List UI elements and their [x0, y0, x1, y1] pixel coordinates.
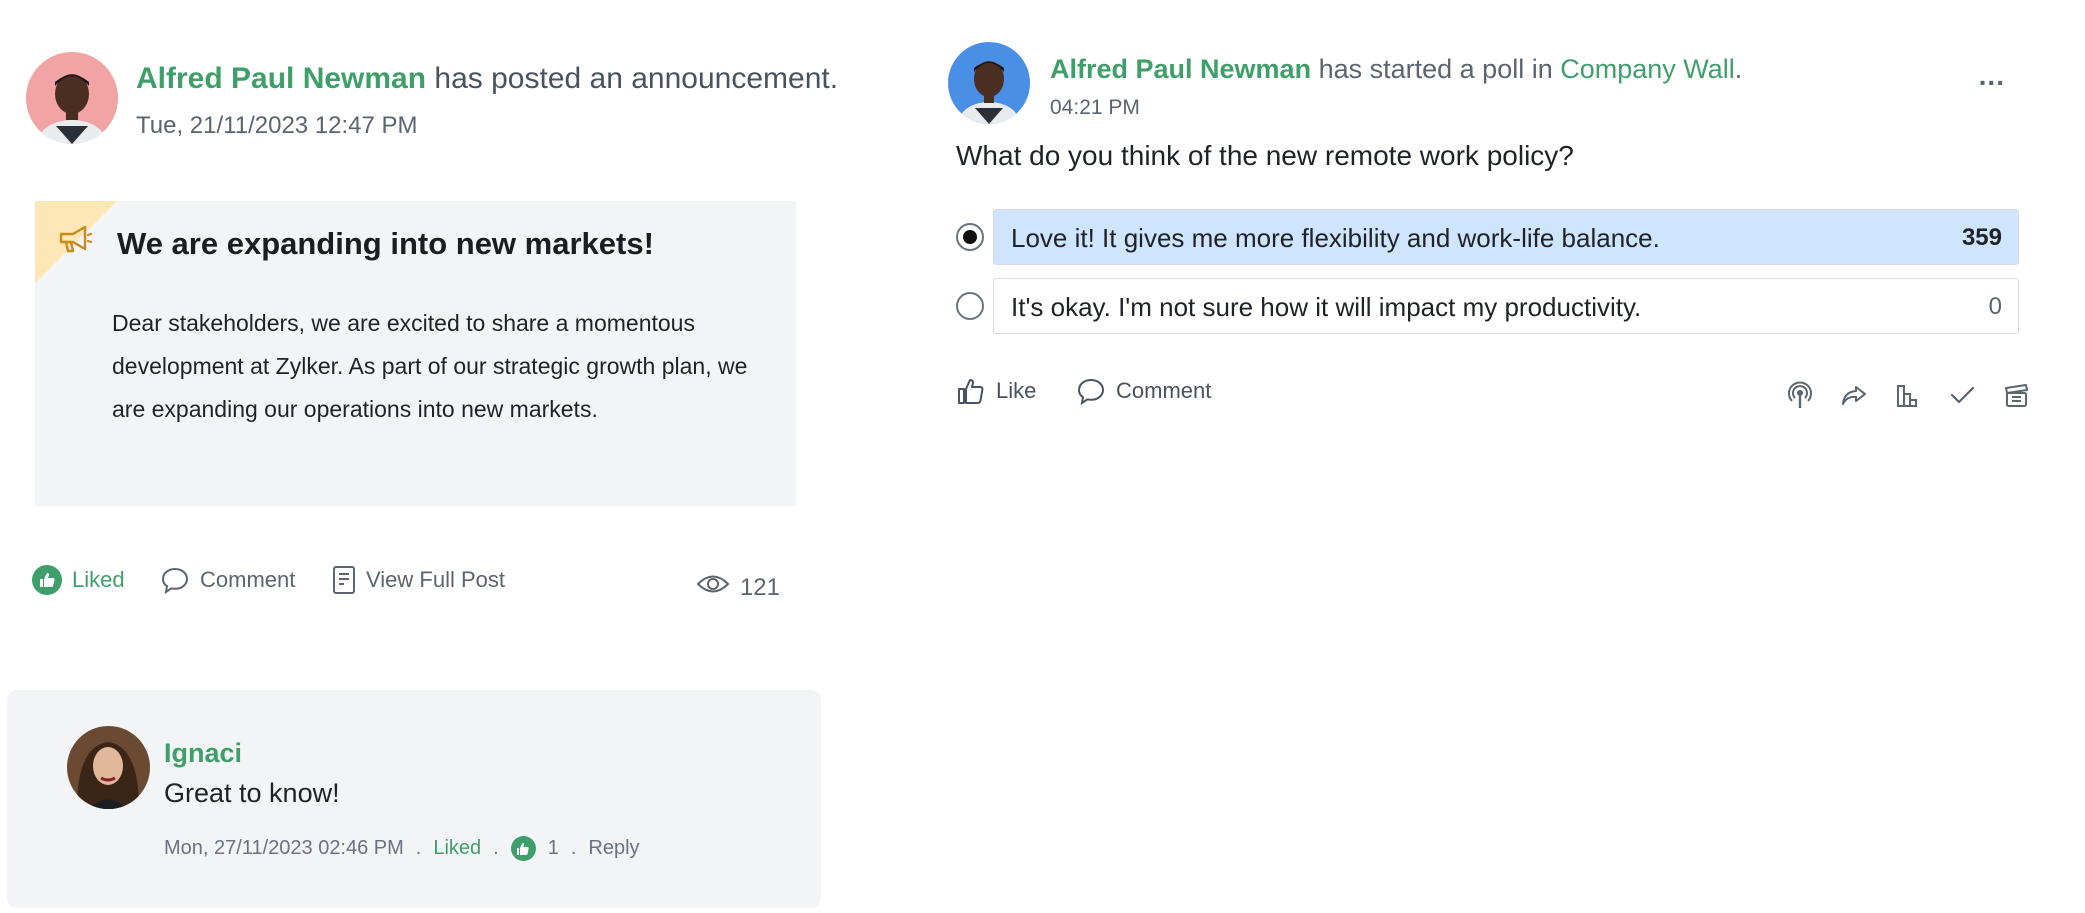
reply-button[interactable]: Reply [588, 837, 639, 860]
document-icon [332, 565, 356, 595]
poll-option-1-votes: 359 [1961, 224, 2002, 251]
author-name[interactable]: Alfred Paul Newman [136, 62, 426, 95]
more-options-button[interactable]: ... [1979, 60, 2005, 92]
like-count-thumb-icon [510, 836, 536, 861]
poll-option-2-label: It's okay. I'm not sure how it will impa… [1011, 292, 1642, 322]
broadcast-icon[interactable] [1785, 380, 1815, 410]
poll-option-2-radio[interactable] [956, 292, 984, 320]
poll-question: What do you think of the new remote work… [956, 140, 1574, 171]
post-actions: Liked Comment View Full Post 121 [32, 565, 792, 601]
like-button[interactable]: Like [956, 376, 1036, 406]
eye-icon [696, 573, 730, 602]
commenter-name[interactable]: Ignaci [164, 738, 242, 769]
view-full-post-button[interactable]: View Full Post [332, 565, 505, 595]
view-count: 121 [696, 573, 780, 602]
meta-separator: . [415, 837, 422, 859]
poll-header-period: . [1734, 54, 1743, 84]
announcement-title: We are expanding into new markets! [117, 226, 654, 261]
poll-results-icon[interactable] [1893, 380, 1923, 410]
comment-label: Comment [200, 567, 296, 592]
poll-actions: Like Comment [956, 376, 2031, 416]
post-action-text: has posted an announcement. [434, 62, 839, 95]
liked-button[interactable]: Liked [32, 565, 125, 595]
comment-meta: Mon, 27/11/2023 02:46 PM . Liked . 1 . R… [164, 836, 640, 861]
announcement-post: Alfred Paul Newman has posted an announc… [0, 0, 840, 913]
poll-option-2[interactable]: It's okay. I'm not sure how it will impa… [993, 278, 2019, 334]
poll-header: Alfred Paul Newman has started a poll in… [1050, 54, 1742, 85]
poll-comment-icon [1076, 376, 1106, 406]
like-label: Like [996, 378, 1037, 403]
comment-thread: Ignaci Great to know! Mon, 27/11/2023 02… [7, 690, 821, 908]
comment-icon [160, 565, 190, 595]
poll-author-name[interactable]: Alfred Paul Newman [1050, 54, 1311, 84]
comment-button[interactable]: Comment [160, 565, 295, 595]
liked-label: Liked [72, 567, 125, 592]
view-full-post-label: View Full Post [366, 567, 505, 592]
post-timestamp: Tue, 21/11/2023 12:47 PM [136, 112, 418, 139]
meta-separator: . [493, 837, 499, 859]
poll-comment-button[interactable]: Comment [1076, 376, 1211, 406]
comment-liked-button[interactable]: Liked [433, 837, 481, 860]
poll-comment-label: Comment [1116, 378, 1212, 403]
check-icon[interactable] [1947, 380, 1977, 410]
poll-option-1[interactable]: Love it! It gives me more flexibility an… [993, 209, 2019, 265]
announcement-body: Dear stakeholders, we are excited to sha… [112, 310, 748, 422]
poll-option-1-label: Love it! It gives me more flexibility an… [1011, 223, 1660, 253]
comment-like-count[interactable]: 1 [548, 837, 559, 860]
comment-text: Great to know! [164, 778, 340, 808]
thumbs-up-icon [956, 376, 986, 406]
post-header: Alfred Paul Newman has posted an announc… [136, 62, 838, 96]
poll-action-text: has started a poll in [1318, 54, 1553, 84]
poll-author-avatar[interactable] [948, 42, 1030, 124]
comment-timestamp: Mon, 27/11/2023 02:46 PM [164, 837, 404, 859]
author-avatar[interactable] [26, 52, 118, 144]
poll-option-2-votes: 0 [1988, 293, 2002, 320]
megaphone-icon [57, 223, 93, 260]
view-count-value: 121 [739, 573, 780, 601]
liked-thumb-icon [32, 565, 62, 595]
poll-timestamp: 04:21 PM [1050, 96, 1140, 119]
poll-tool-icons [1785, 380, 2031, 410]
poll-option-1-radio[interactable] [956, 223, 984, 251]
poll-post: Alfred Paul Newman has started a poll in… [940, 0, 2085, 913]
commenter-avatar[interactable] [67, 726, 150, 809]
share-icon[interactable] [1839, 380, 1869, 410]
group-link[interactable]: Company Wall [1560, 54, 1735, 84]
archive-icon[interactable] [2001, 380, 2031, 410]
meta-separator: . [570, 837, 577, 859]
announcement-card: We are expanding into new markets! Dear … [35, 201, 796, 506]
